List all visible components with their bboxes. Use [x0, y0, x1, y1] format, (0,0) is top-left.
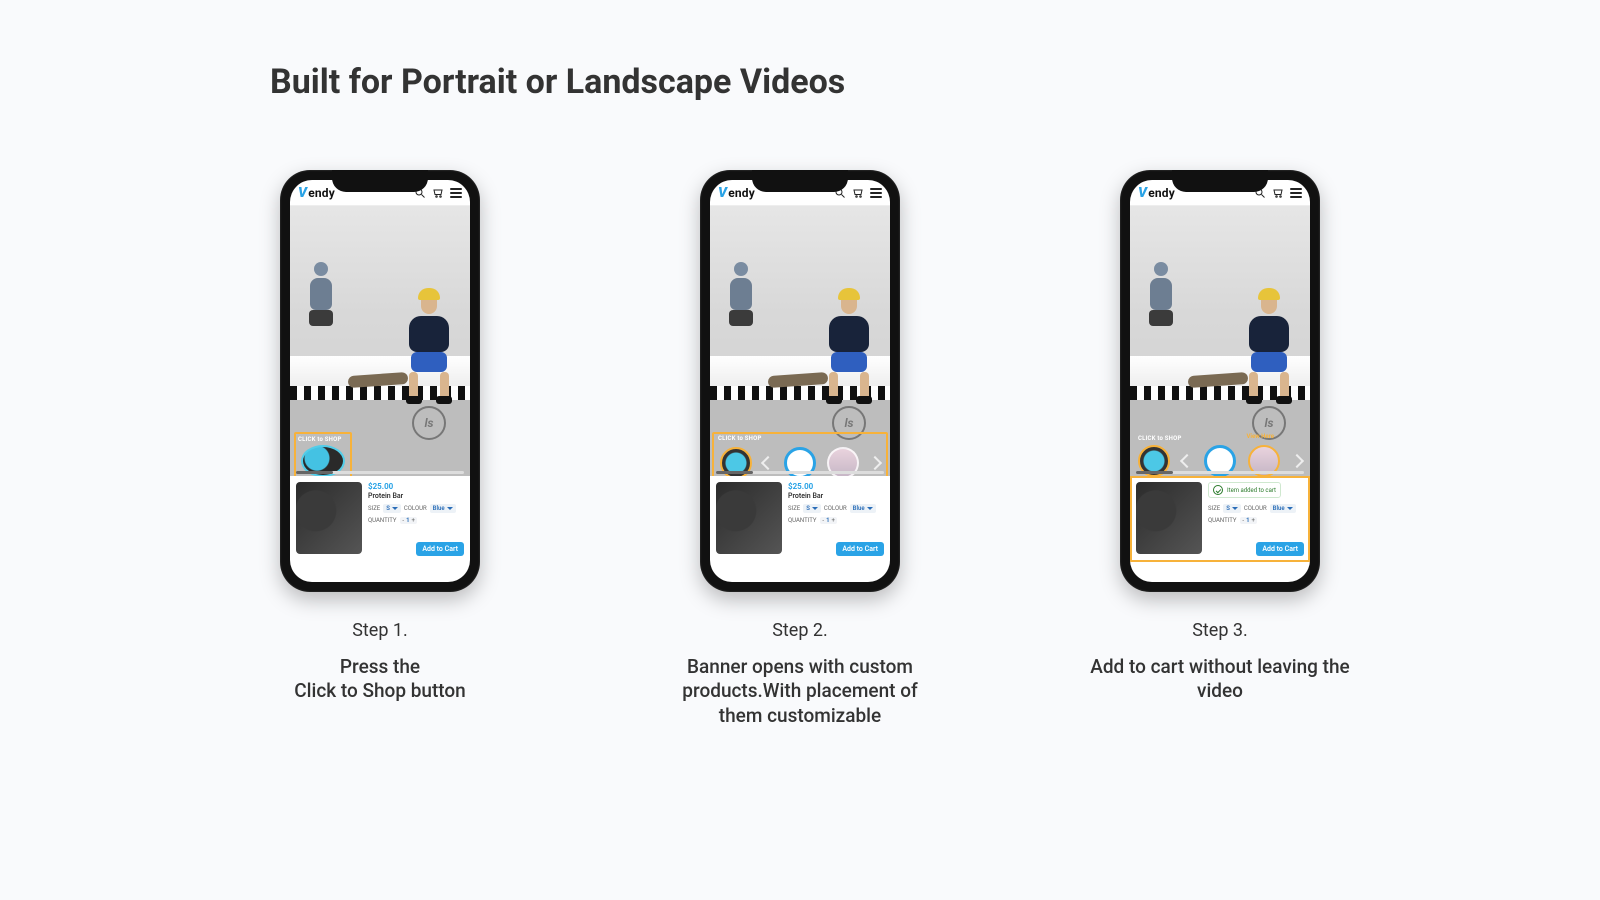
- step-3: Vendy ls CLICK to SHOP: [1090, 170, 1350, 728]
- phone-screen: Vendy ls CLICK to SHOP: [710, 180, 890, 582]
- qty-minus[interactable]: -: [402, 517, 404, 524]
- product-price: $25.00: [368, 482, 464, 491]
- steps-row: Vendy: [0, 170, 1600, 728]
- menu-icon[interactable]: [1290, 188, 1302, 198]
- phone-screen: Vendy: [290, 180, 470, 582]
- click-to-shop-label: CLICK to SHOP: [298, 436, 350, 443]
- cart-icon[interactable]: [432, 187, 444, 199]
- cart-icon[interactable]: [852, 187, 864, 199]
- product-name: Protein Bar: [788, 492, 884, 500]
- logo-v: V: [298, 185, 307, 201]
- view-here-label: View Here: [1246, 433, 1274, 440]
- phone-mock-1: Vendy: [280, 170, 480, 592]
- search-icon[interactable]: [1254, 187, 1266, 199]
- step-2: Vendy ls CLICK to SHOP: [670, 170, 930, 728]
- click-to-shop-label: CLICK to SHOP: [1138, 435, 1182, 442]
- logo-text: endy: [308, 186, 335, 200]
- video-timeline[interactable]: [296, 471, 464, 474]
- size-select[interactable]: S: [803, 504, 821, 513]
- step-title: Step 1.: [352, 620, 408, 641]
- skater-fg: [394, 288, 464, 408]
- app-header: Vendy: [1130, 180, 1310, 206]
- app-header: Vendy: [710, 180, 890, 206]
- product-price: $25.00: [788, 482, 884, 491]
- qty-label: QUANTITY: [368, 517, 396, 524]
- video-area[interactable]: ls CLICK to SHOP View Here: [1130, 206, 1310, 476]
- qty-stepper[interactable]: -1+: [1240, 517, 1257, 524]
- ls-mark: ls: [412, 406, 446, 440]
- page-headline: Built for Portrait or Landscape Videos: [270, 62, 845, 102]
- video-area[interactable]: ls CLICK to SHOP: [710, 206, 890, 476]
- colour-select[interactable]: Blue: [430, 504, 456, 513]
- video-area[interactable]: ls CLICK to SHOP: [290, 206, 470, 476]
- toast-text: Item added to cart: [1227, 487, 1276, 494]
- search-icon[interactable]: [834, 187, 846, 199]
- video-timeline[interactable]: [716, 471, 884, 474]
- step-title: Step 2.: [772, 620, 828, 641]
- product-panel: $25.00 Protein Bar SIZE S COLOUR Blue QU…: [710, 476, 890, 562]
- step-desc: Press the Click to Shop button: [294, 655, 466, 704]
- click-to-shop-button[interactable]: CLICK to SHOP: [294, 432, 352, 476]
- colour-select[interactable]: Blue: [1270, 504, 1296, 513]
- app-header: Vendy: [290, 180, 470, 206]
- step-desc: Add to cart without leaving the video: [1090, 655, 1350, 704]
- product-panel: $25.00 Protein Bar SIZE S COLOUR Blue QU…: [290, 476, 470, 562]
- banner-prev-icon[interactable]: [1180, 454, 1194, 468]
- step-desc: Banner opens with custom products.With p…: [670, 655, 930, 728]
- product-name: Protein Bar: [368, 492, 464, 500]
- qty-stepper[interactable]: - 1 +: [400, 517, 417, 524]
- menu-icon[interactable]: [450, 188, 462, 198]
- product-thumb: [296, 482, 362, 554]
- add-to-cart-button[interactable]: Add to Cart: [836, 542, 884, 556]
- skater-bg: [306, 262, 336, 324]
- qty-stepper[interactable]: -1+: [820, 517, 837, 524]
- cart-icon[interactable]: [1272, 187, 1284, 199]
- qty-row: QUANTITY - 1 +: [368, 517, 464, 524]
- product-options: SIZE S COLOUR Blue: [368, 504, 464, 513]
- page: Built for Portrait or Landscape Videos V…: [0, 0, 1600, 900]
- video-timeline[interactable]: [1136, 471, 1304, 474]
- size-select[interactable]: S: [383, 504, 401, 513]
- search-icon[interactable]: [414, 187, 426, 199]
- header-icons: [414, 187, 462, 199]
- size-select[interactable]: S: [1223, 504, 1241, 513]
- phone-screen: Vendy ls CLICK to SHOP: [1130, 180, 1310, 582]
- add-to-cart-button[interactable]: Add to Cart: [416, 542, 464, 556]
- phone-mock-3: Vendy ls CLICK to SHOP: [1120, 170, 1320, 592]
- product-banner: [712, 432, 888, 476]
- product-info: $25.00 Protein Bar SIZE S COLOUR Blue QU…: [368, 482, 464, 556]
- product-thumb: [716, 482, 782, 554]
- menu-icon[interactable]: [870, 188, 882, 198]
- vendy-logo: Vendy: [718, 185, 755, 201]
- step-title: Step 3.: [1192, 620, 1248, 641]
- colour-select[interactable]: Blue: [850, 504, 876, 513]
- vendy-logo: Vendy: [1138, 185, 1175, 201]
- qty-plus[interactable]: +: [412, 517, 415, 524]
- add-to-cart-button[interactable]: Add to Cart: [1256, 542, 1304, 556]
- product-panel: Item added to cart SIZE S COLOUR Blue QU…: [1130, 476, 1310, 562]
- qty-value: 1: [406, 517, 409, 524]
- added-to-cart-toast: Item added to cart: [1208, 482, 1281, 498]
- step-1: Vendy: [250, 170, 510, 728]
- product-thumb: [1136, 482, 1202, 554]
- banner-next-icon[interactable]: [1290, 454, 1304, 468]
- check-icon: [1213, 485, 1223, 495]
- vendy-logo: Vendy: [298, 185, 335, 201]
- banner-prev-icon[interactable]: [761, 456, 775, 470]
- size-label: SIZE: [368, 505, 380, 512]
- banner-next-icon[interactable]: [868, 456, 882, 470]
- phone-mock-2: Vendy ls CLICK to SHOP: [700, 170, 900, 592]
- colour-label: COLOUR: [404, 505, 427, 512]
